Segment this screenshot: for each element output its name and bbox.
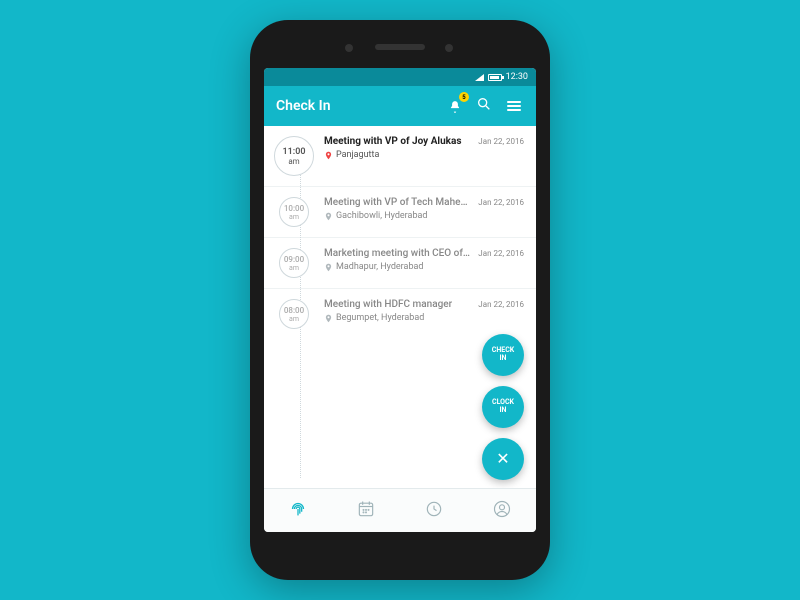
location-pin-icon <box>324 150 332 160</box>
event-ampm: am <box>288 157 299 166</box>
event-location: Panjagutta <box>336 150 379 160</box>
event-body: Marketing meeting with CEO of Wipro Jan 2… <box>324 248 524 272</box>
battery-icon <box>488 74 502 81</box>
event-date: Jan 22, 2016 <box>478 300 524 309</box>
fab-stack: CHECK IN CLOCK IN ✕ <box>482 334 524 480</box>
event-date: Jan 22, 2016 <box>478 198 524 207</box>
fingerprint-icon <box>287 498 309 524</box>
menu-button[interactable] <box>504 96 524 116</box>
event-location: Madhapur, Hyderabad <box>336 262 423 272</box>
event-date: Jan 22, 2016 <box>478 137 524 146</box>
event-body: Meeting with VP of Joy Alukas Jan 22, 201… <box>324 136 524 160</box>
event-body: Meeting with HDFC manager Jan 22, 2016 Beg… <box>324 299 524 323</box>
event-date: Jan 22, 2016 <box>478 249 524 258</box>
event-time-badge: 11:00am <box>274 136 314 176</box>
event-location: Begumpet, Hyderabad <box>336 313 424 323</box>
content-area: 11:00amMeeting with VP of Joy AlukasJan … <box>264 126 536 488</box>
event-time: 10:00 <box>284 204 304 213</box>
location-pin-icon <box>324 262 332 272</box>
signal-icon <box>474 73 484 81</box>
hamburger-icon <box>507 101 521 111</box>
event-ampm: am <box>289 264 299 272</box>
event-item[interactable]: 09:00am Marketing meeting with CEO of Wip… <box>264 238 536 289</box>
location-pin-icon <box>324 313 332 323</box>
calendar-icon <box>356 499 376 523</box>
nav-profile[interactable] <box>490 499 514 523</box>
event-location: Gachibowli, Hyderabad <box>336 211 427 221</box>
event-time: 11:00 <box>282 147 305 157</box>
event-ampm: am <box>289 315 299 323</box>
event-item[interactable]: 10:00am Meeting with VP of Tech Mahendra J… <box>264 187 536 238</box>
phone-sensor <box>445 44 453 52</box>
event-item[interactable]: 11:00am Meeting with VP of Joy Alukas Jan … <box>264 126 536 187</box>
event-title: Meeting with HDFC manager <box>324 299 452 310</box>
nav-calendar[interactable] <box>354 499 378 523</box>
event-time-badge: 08:00am <box>279 299 309 329</box>
check-in-fab[interactable]: CHECK IN <box>482 334 524 376</box>
event-time-badge: 09:00am <box>279 248 309 278</box>
page-title: Check In <box>276 98 434 114</box>
nav-clock[interactable] <box>422 499 446 523</box>
event-body: Meeting with VP of Tech Mahendra Jan 22, … <box>324 197 524 221</box>
nav-fingerprint[interactable] <box>286 499 310 523</box>
phone-speaker <box>375 44 425 50</box>
event-item[interactable]: 08:00am Meeting with HDFC manager Jan 22, … <box>264 289 536 339</box>
search-button[interactable] <box>474 96 494 116</box>
app-bar: Check In 5 <box>264 86 536 126</box>
event-ampm: am <box>289 213 299 221</box>
phone-camera <box>345 44 353 52</box>
event-time: 09:00 <box>284 255 304 264</box>
notification-badge: 5 <box>459 92 469 102</box>
event-title: Marketing meeting with CEO of Wipro <box>324 248 472 259</box>
status-time: 12:30 <box>506 72 528 82</box>
event-time-badge: 10:00am <box>279 197 309 227</box>
bottom-nav <box>264 488 536 532</box>
search-icon <box>476 96 492 116</box>
close-icon: ✕ <box>496 450 509 468</box>
close-fab[interactable]: ✕ <box>482 438 524 480</box>
event-title: Meeting with VP of Joy Alukas <box>324 136 462 147</box>
profile-icon <box>492 499 512 523</box>
location-pin-icon <box>324 211 332 221</box>
bell-icon <box>448 100 460 112</box>
screen: 12:30 Check In 5 11:00amMeeting with VP … <box>264 68 536 532</box>
status-bar: 12:30 <box>264 68 536 86</box>
clock-in-fab[interactable]: CLOCK IN <box>482 386 524 428</box>
event-title: Meeting with VP of Tech Mahendra <box>324 197 472 208</box>
phone-frame: 12:30 Check In 5 11:00amMeeting with VP … <box>250 20 550 580</box>
clock-icon <box>424 499 444 523</box>
notifications-button[interactable]: 5 <box>444 96 464 116</box>
event-time: 08:00 <box>284 306 304 315</box>
